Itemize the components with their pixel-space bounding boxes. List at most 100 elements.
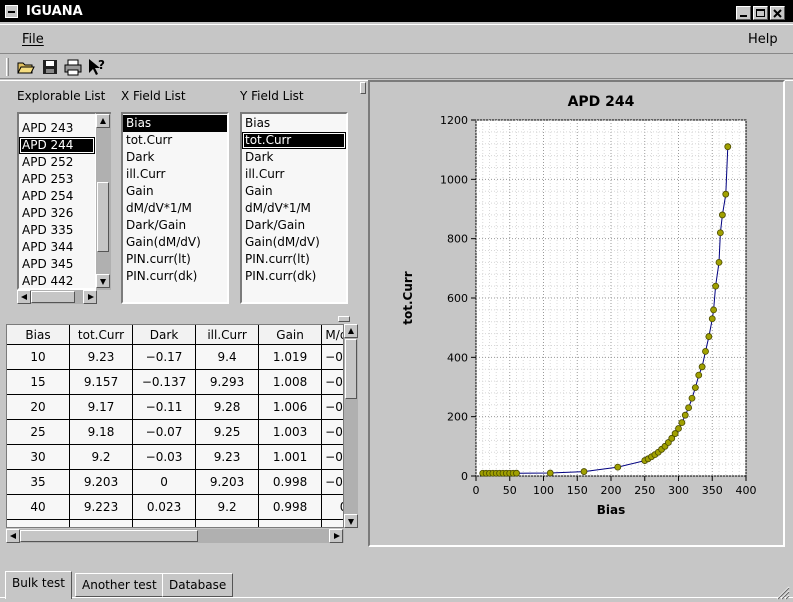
list-item[interactable]: ill.Curr xyxy=(242,166,346,183)
hscroll-thumb[interactable] xyxy=(31,291,75,303)
table-cell[interactable]: 9.4 xyxy=(195,344,260,370)
column-header[interactable]: M/dV* xyxy=(321,325,343,345)
scroll-up-icon[interactable] xyxy=(96,114,110,128)
table-cell[interactable]: 15 xyxy=(7,369,71,395)
list-item[interactable]: Dark xyxy=(123,149,227,166)
column-header[interactable]: Dark xyxy=(132,325,197,345)
hscroll-thumb[interactable] xyxy=(20,530,198,542)
table-cell[interactable]: 10 xyxy=(7,344,71,370)
table-row[interactable]: 359.20309.2030.998−0.00 xyxy=(7,469,343,495)
tab-another-test[interactable]: Another test xyxy=(75,573,164,597)
table-cell[interactable]: 0.998 xyxy=(258,469,323,495)
table-cell[interactable]: 1.001 xyxy=(258,444,323,470)
list-item[interactable]: APD 442 xyxy=(19,273,95,290)
save-disk-icon[interactable] xyxy=(40,57,60,77)
table-cell[interactable]: −0.00 xyxy=(321,469,343,495)
list-item[interactable]: APD 253 xyxy=(19,171,95,188)
table-row[interactable]: 109.23−0.179.41.019−0.22 xyxy=(7,344,343,370)
scroll-thumb[interactable] xyxy=(345,339,357,399)
table-cell[interactable]: 0.043 xyxy=(132,519,197,527)
list-item[interactable]: Gain(dM/dV) xyxy=(123,234,227,251)
table-cell[interactable]: 1.019 xyxy=(258,344,323,370)
table-row[interactable]: 459.2430.0439.20.998−0.01 xyxy=(7,519,343,527)
table-cell[interactable]: 9.25 xyxy=(195,419,260,445)
list-item[interactable]: dM/dV*1/M xyxy=(242,200,346,217)
table-cell[interactable]: 35 xyxy=(7,469,71,495)
table-row[interactable]: 209.17−0.119.281.006−0.06 xyxy=(7,394,343,420)
table-cell[interactable]: 0 xyxy=(321,494,343,520)
data-table[interactable]: Biastot.CurrDarkill.CurrGainM/dV*109.23−… xyxy=(6,324,344,528)
file-menu[interactable]: File xyxy=(22,32,44,47)
context-help-icon[interactable]: ? xyxy=(87,57,107,77)
list-item[interactable]: Bias xyxy=(123,115,227,132)
open-folder-icon[interactable] xyxy=(16,57,36,77)
table-cell[interactable]: 20 xyxy=(7,394,71,420)
list-item[interactable]: PIN.curr(lt) xyxy=(123,251,227,268)
table-cell[interactable]: −0.07 xyxy=(132,419,197,445)
table-cell[interactable]: 0.998 xyxy=(258,519,323,527)
list-item[interactable]: APD 344 xyxy=(19,239,95,256)
list-item[interactable]: APD 244 xyxy=(19,137,95,154)
table-cell[interactable]: 9.18 xyxy=(69,419,134,445)
table-cell[interactable]: 0.023 xyxy=(132,494,197,520)
table-row[interactable]: 309.2−0.039.231.001−0.05 xyxy=(7,444,343,470)
scroll-up-icon[interactable] xyxy=(344,324,358,338)
list-item[interactable]: dM/dV*1/M xyxy=(123,200,227,217)
table-cell[interactable]: 9.157 xyxy=(69,369,134,395)
table-hscrollbar[interactable] xyxy=(6,529,344,543)
maximize-icon[interactable] xyxy=(753,6,768,20)
explorable-vscrollbar[interactable] xyxy=(96,112,111,290)
scroll-left-icon[interactable] xyxy=(17,290,31,304)
table-cell[interactable]: −0.04 xyxy=(321,419,343,445)
y-field-list[interactable]: Bias tot.Curr Dark ill.Curr Gain dM/dV*1/M Dar… xyxy=(240,112,348,304)
tab-database[interactable]: Database xyxy=(162,573,234,597)
table-cell[interactable]: −0.22 xyxy=(321,344,343,370)
table-vscrollbar[interactable] xyxy=(344,324,358,528)
list-item[interactable]: APD 326 xyxy=(19,205,95,222)
explorable-list[interactable]: APD 243 APD 244 APD 252 APD 253 APD 254 APD 3… xyxy=(17,112,97,290)
table-cell[interactable]: 9.23 xyxy=(69,344,134,370)
table-cell[interactable]: 40 xyxy=(7,494,71,520)
list-item[interactable]: APD 243 xyxy=(19,120,95,137)
minimize-icon[interactable] xyxy=(736,6,751,20)
table-cell[interactable]: 9.243 xyxy=(69,519,134,527)
table-row[interactable]: 259.18−0.079.251.003−0.04 xyxy=(7,419,343,445)
list-item[interactable]: PIN.curr(lt) xyxy=(242,251,346,268)
print-icon[interactable] xyxy=(63,57,83,77)
scroll-right-icon[interactable] xyxy=(83,290,97,304)
table-cell[interactable]: −0.11 xyxy=(132,394,197,420)
table-cell[interactable]: 30 xyxy=(7,444,71,470)
table-cell[interactable]: −0.01 xyxy=(321,519,343,527)
table-cell[interactable]: 0.998 xyxy=(258,494,323,520)
scroll-down-icon[interactable] xyxy=(96,274,110,288)
list-item[interactable]: PIN.curr(dk) xyxy=(242,268,346,285)
table-cell[interactable]: 9.2 xyxy=(195,494,260,520)
window-menu-icon[interactable] xyxy=(5,5,18,18)
list-item[interactable]: PIN.curr(dk) xyxy=(123,268,227,285)
x-field-list[interactable]: Bias tot.Curr Dark ill.Curr Gain dM/dV*1/M Dar… xyxy=(121,112,229,304)
scroll-left-icon[interactable] xyxy=(6,529,20,543)
list-item[interactable]: Gain xyxy=(123,183,227,200)
table-cell[interactable]: −0.137 xyxy=(132,369,197,395)
list-item[interactable]: Dark xyxy=(242,149,346,166)
scroll-down-icon[interactable] xyxy=(344,514,358,528)
table-cell[interactable]: 1.003 xyxy=(258,419,323,445)
list-item[interactable]: Bias xyxy=(242,115,346,132)
table-cell[interactable]: 9.2 xyxy=(195,519,260,527)
tab-bulk-test[interactable]: Bulk test xyxy=(5,571,72,599)
table-cell[interactable]: 45 xyxy=(7,519,71,527)
list-item[interactable]: Dark/Gain xyxy=(242,217,346,234)
table-cell[interactable]: 9.28 xyxy=(195,394,260,420)
column-header[interactable]: tot.Curr xyxy=(69,325,134,345)
table-cell[interactable]: 25 xyxy=(7,419,71,445)
table-cell[interactable]: 9.203 xyxy=(195,469,260,495)
table-cell[interactable]: 9.23 xyxy=(195,444,260,470)
table-row[interactable]: 409.2230.0239.20.9980 xyxy=(7,494,343,520)
list-item[interactable]: tot.Curr xyxy=(123,132,227,149)
table-cell[interactable]: 9.17 xyxy=(69,394,134,420)
table-row[interactable]: 159.157−0.1379.2931.008−0.02 xyxy=(7,369,343,395)
table-cell[interactable]: 9.2 xyxy=(69,444,134,470)
column-header[interactable]: Gain xyxy=(258,325,323,345)
list-item[interactable]: Dark/Gain xyxy=(123,217,227,234)
table-cell[interactable]: −0.17 xyxy=(132,344,197,370)
